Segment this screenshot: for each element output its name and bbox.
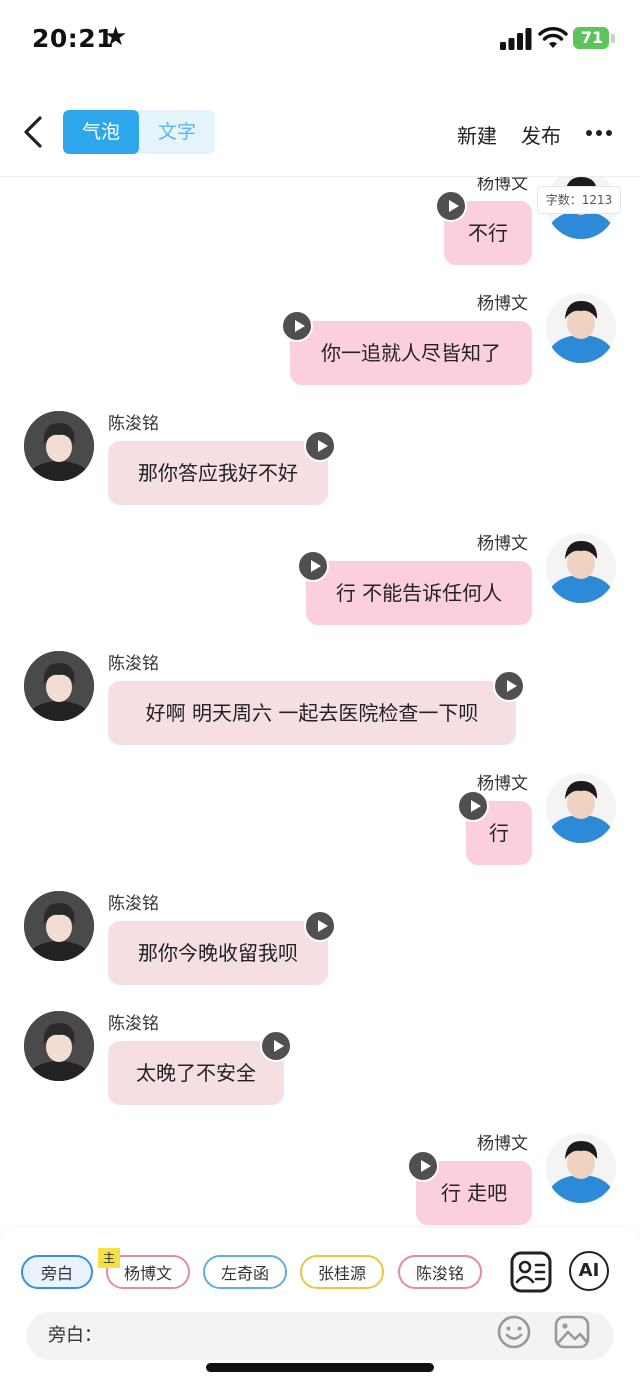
play-voice-icon[interactable] xyxy=(281,310,313,342)
character-chip-zuo[interactable]: 左奇函 xyxy=(203,1255,287,1289)
play-voice-icon[interactable] xyxy=(407,1150,439,1182)
mode-segmented-control: 文字 气泡 xyxy=(63,110,215,154)
avatar[interactable] xyxy=(546,1133,616,1203)
speaker-name: 杨博文 xyxy=(477,177,528,194)
avatar[interactable] xyxy=(546,533,616,603)
header: 文字 气泡 新建 发布 xyxy=(0,100,640,164)
character-chip-narration[interactable]: 旁白 xyxy=(21,1255,93,1289)
wifi-icon xyxy=(538,27,568,48)
speaker-name: 杨博文 xyxy=(477,294,528,314)
chat-bubble[interactable]: 那你今晚收留我呗 xyxy=(108,921,328,985)
character-card-icon[interactable] xyxy=(510,1251,552,1293)
back-button[interactable] xyxy=(14,110,54,154)
chat-bubble[interactable]: 行 不能告诉任何人 xyxy=(306,561,532,625)
character-chip-zhang[interactable]: 张桂源 xyxy=(300,1255,384,1289)
play-voice-icon[interactable] xyxy=(297,550,329,582)
status-time: 20:21 xyxy=(32,24,115,53)
battery-level: 71 xyxy=(580,28,604,47)
status-bar: 20:21 ★ 71 xyxy=(0,0,640,80)
word-count-badge: 字数：1213 xyxy=(537,186,621,214)
play-voice-icon[interactable] xyxy=(304,430,336,462)
avatar[interactable] xyxy=(546,293,616,363)
input-speaker-label: 旁白： xyxy=(48,1325,102,1346)
avatar[interactable] xyxy=(24,411,94,481)
publish-button[interactable]: 发布 xyxy=(521,120,561,149)
new-button[interactable]: 新建 xyxy=(457,120,497,149)
main-character-badge: 主 xyxy=(98,1248,120,1268)
play-voice-icon[interactable] xyxy=(260,1030,292,1062)
speaker-name: 陈浚铭 xyxy=(108,1014,159,1034)
play-voice-icon[interactable] xyxy=(493,670,525,702)
chat-bubble[interactable]: 好啊 明天周六 一起去医院检查一下呗 xyxy=(108,681,516,745)
battery-icon: 71 xyxy=(573,27,615,51)
signal-icon xyxy=(500,28,532,50)
chat-bubble[interactable]: 那你答应我好不好 xyxy=(108,441,328,505)
avatar[interactable] xyxy=(24,651,94,721)
speaker-name: 陈浚铭 xyxy=(108,414,159,434)
chat-area[interactable]: 杨博文 不行 杨博文 你一追就人尽皆知了 陈浚铭 那你答应我好不好 杨博文 行 … xyxy=(0,177,640,1227)
character-chip-chen[interactable]: 陈浚铭 xyxy=(398,1255,482,1289)
play-voice-icon[interactable] xyxy=(457,790,489,822)
avatar[interactable] xyxy=(546,773,616,843)
avatar[interactable] xyxy=(24,1011,94,1081)
star-icon: ★ xyxy=(104,22,128,52)
ai-button[interactable]: AI xyxy=(569,1251,609,1291)
play-voice-icon[interactable] xyxy=(435,190,467,222)
message-input[interactable]: 旁白： xyxy=(26,1312,614,1360)
speaker-name: 陈浚铭 xyxy=(108,654,159,674)
speaker-name: 杨博文 xyxy=(477,1134,528,1154)
tab-text[interactable]: 文字 xyxy=(139,110,215,154)
speaker-name: 杨博文 xyxy=(477,774,528,794)
speaker-name: 杨博文 xyxy=(477,534,528,554)
home-indicator xyxy=(206,1363,434,1372)
chat-bubble[interactable]: 你一追就人尽皆知了 xyxy=(290,321,532,385)
more-options-icon[interactable] xyxy=(584,122,614,142)
image-icon[interactable] xyxy=(553,1314,591,1350)
play-voice-icon[interactable] xyxy=(304,910,336,942)
speaker-name: 陈浚铭 xyxy=(108,894,159,914)
avatar[interactable] xyxy=(24,891,94,961)
tab-bubble[interactable]: 气泡 xyxy=(63,110,139,154)
emoji-icon[interactable] xyxy=(496,1314,532,1350)
chat-bubble[interactable]: 太晚了不安全 xyxy=(108,1041,284,1105)
